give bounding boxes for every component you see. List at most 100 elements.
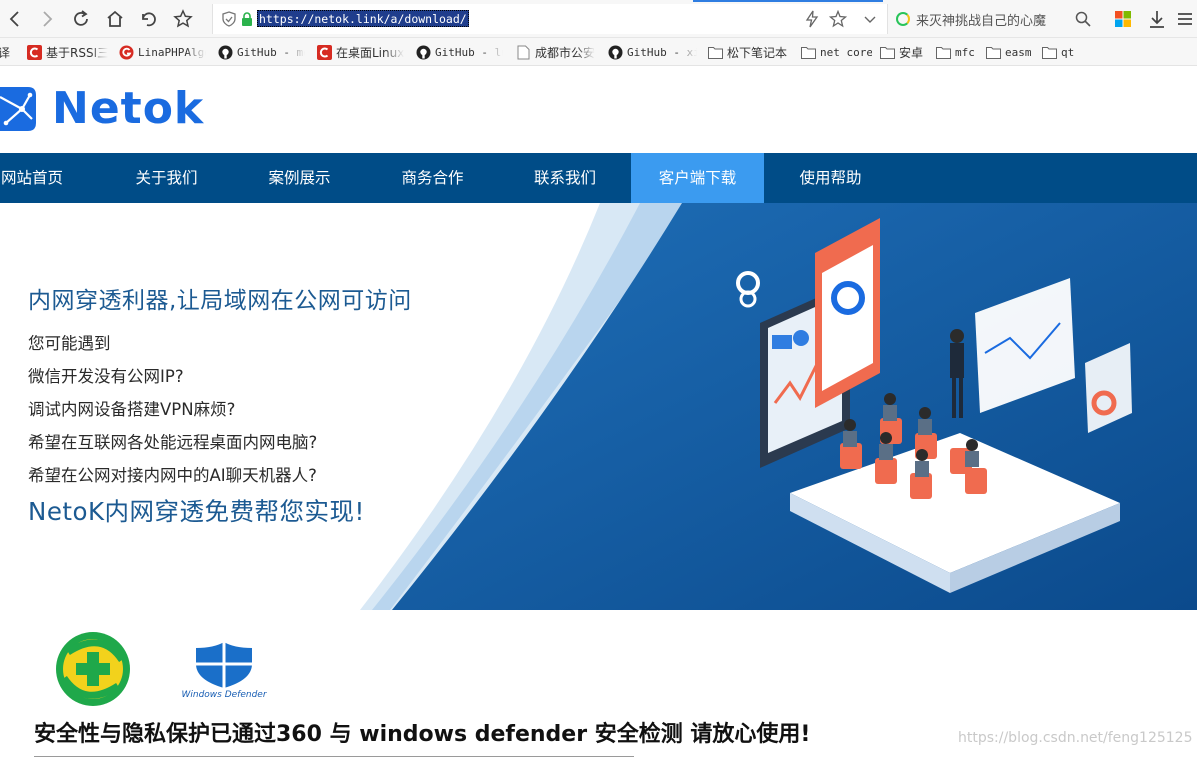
divider [34, 756, 634, 757]
banner-title: 内网穿透利器,让局域网在公网可访问 [28, 288, 412, 314]
undo-close-button[interactable] [136, 6, 162, 32]
page-icon [515, 44, 531, 60]
bookmark-item-5[interactable]: GitHub - lu [415, 43, 503, 61]
bookmark-star-icon[interactable] [829, 10, 847, 28]
security-section: Windows Defender 安全性与隐私保护已通过360 与 window… [0, 610, 1197, 758]
site-header: Netok [0, 67, 1197, 153]
bookmark-item-11[interactable]: mfc [935, 43, 980, 61]
windows-defender-logo: Windows Defender [176, 640, 272, 704]
folder-icon [985, 44, 1001, 60]
search-engine-icon [896, 12, 910, 26]
banner-cta: NetoK内网穿透免费帮您实现! [28, 497, 365, 526]
loading-progress-bar [693, 0, 883, 2]
nav-item-about[interactable]: 关于我们 [100, 153, 233, 203]
bookmark-item-3[interactable]: GitHub - mo [217, 43, 305, 61]
bookmark-label: net core [820, 45, 872, 59]
github-icon [415, 44, 431, 60]
home-button[interactable] [102, 6, 128, 32]
main-nav: 网站首页 关于我们 案例展示 商务合作 联系我们 客户端下载 使用帮助 [0, 153, 1197, 203]
bookmark-label: 安卓 [899, 45, 924, 60]
favorite-button[interactable] [170, 6, 196, 32]
github-icon [607, 44, 623, 60]
bookmark-item-12[interactable]: easm [985, 43, 1035, 61]
bookmark-item-4[interactable]: 在桌面Linux [316, 43, 404, 61]
menu-button[interactable] [1172, 6, 1197, 32]
apps-button[interactable] [1110, 6, 1136, 32]
nav-item-contact[interactable]: 联系我们 [499, 153, 631, 203]
banner-line-1: 您可能遇到 [28, 334, 111, 353]
shield-icon[interactable] [221, 11, 237, 27]
search-input-text[interactable]: 来灭神挑战自己的心魔 [916, 10, 1046, 29]
bookmark-label: 松下笔记本 [727, 45, 788, 60]
search-box[interactable]: 来灭神挑战自己的心魔 [890, 4, 1102, 34]
back-arrow-icon [9, 11, 19, 27]
hero-banner: 内网穿透利器,让局域网在公网可访问 您可能遇到 微信开发没有公网IP? 调试内网… [0, 203, 1197, 610]
back-button[interactable] [2, 6, 28, 32]
undo-icon [142, 12, 156, 27]
phone-mail-icon [772, 335, 792, 349]
bookmark-label: LinaPHPAlgo [138, 45, 206, 59]
site-logo-text[interactable]: Netok [52, 83, 204, 135]
360-security-logo-icon [56, 632, 130, 706]
url-text[interactable]: https://netok.link/a/download/ [257, 10, 469, 27]
defender-label: Windows Defender [181, 690, 267, 700]
bookmark-item-1[interactable]: 基于RSSI三 [26, 43, 108, 61]
search-icon[interactable] [1074, 10, 1092, 28]
folder-icon [707, 44, 723, 60]
forward-button[interactable] [34, 6, 60, 32]
nav-item-home[interactable]: 网站首页 [0, 153, 67, 203]
bookmark-label: GitHub - lu [435, 45, 503, 59]
folder-icon [879, 44, 895, 60]
home-icon [107, 10, 123, 27]
nav-item-cases[interactable]: 案例展示 [233, 153, 366, 203]
defender-shield-icon [196, 642, 252, 688]
windows-apps-icon [1115, 11, 1131, 27]
netok-logo-icon[interactable] [0, 79, 38, 131]
nav-item-help[interactable]: 使用帮助 [764, 153, 897, 203]
folder-icon [935, 44, 951, 60]
chevron-down-icon[interactable] [861, 10, 879, 28]
nav-item-business[interactable]: 商务合作 [366, 153, 499, 203]
bookmark-label: 成都市公安 [535, 45, 596, 60]
banner-line-4: 希望在互联网各处能远程桌面内网电脑? [28, 433, 318, 452]
star-icon [173, 9, 193, 28]
bookmark-item-6[interactable]: 成都市公安 [515, 43, 597, 61]
bookmark-item-7[interactable]: GitHub - xi [607, 43, 697, 61]
bookmark-item-13[interactable]: qt [1041, 43, 1081, 61]
reload-button[interactable] [68, 6, 94, 32]
csdn-icon [316, 44, 332, 60]
csdn-icon [26, 44, 42, 60]
bookmark-item-0[interactable]: 翻译 [0, 43, 24, 61]
download-icon [1150, 11, 1164, 28]
bookmark-item-9[interactable]: net core [800, 43, 872, 61]
banner-line-3: 调试内网设备搭建VPN麻烦? [28, 400, 236, 419]
csdn-watermark: https://blog.csdn.net/feng125125 [958, 730, 1193, 746]
hamburger-menu-icon [1178, 13, 1192, 25]
github-icon [217, 44, 233, 60]
bookmark-label: 在桌面Linux [336, 45, 404, 60]
bookmark-label: GitHub - xi [627, 45, 697, 59]
g-icon [118, 44, 134, 60]
bookmark-item-2[interactable]: LinaPHPAlgo [118, 43, 206, 61]
browser-toolbar: https://netok.link/a/download/ 来灭神挑战自己的心… [0, 0, 1197, 38]
bookmark-item-8[interactable]: 松下笔记本 [707, 43, 795, 61]
forward-arrow-icon [43, 11, 53, 27]
bookmark-label: GitHub - mo [237, 45, 305, 59]
banner-line-2: 微信开发没有公网IP? [28, 367, 184, 386]
folder-icon [800, 44, 816, 60]
reload-icon [74, 10, 88, 26]
download-button[interactable] [1144, 6, 1170, 32]
bookmark-label: 基于RSSI三 [46, 45, 108, 60]
bookmark-label: easm [1005, 45, 1032, 59]
banner-line-5: 希望在公网对接内网中的AI聊天机器人? [28, 466, 317, 485]
bookmark-item-10[interactable]: 安卓 [879, 43, 929, 61]
lock-icon [242, 12, 252, 26]
nav-item-download[interactable]: 客户端下载 [631, 153, 764, 203]
bookmark-label: qt [1061, 45, 1075, 59]
bookmark-label: mfc [955, 45, 975, 59]
phone-globe-icon [793, 330, 809, 346]
security-notice: 安全性与隐私保护已通过360 与 windows defender 安全检测 请… [34, 722, 811, 747]
address-bar[interactable]: https://netok.link/a/download/ [212, 4, 888, 34]
lightning-icon[interactable] [803, 10, 821, 28]
bookmark-label: 翻译 [0, 44, 10, 61]
